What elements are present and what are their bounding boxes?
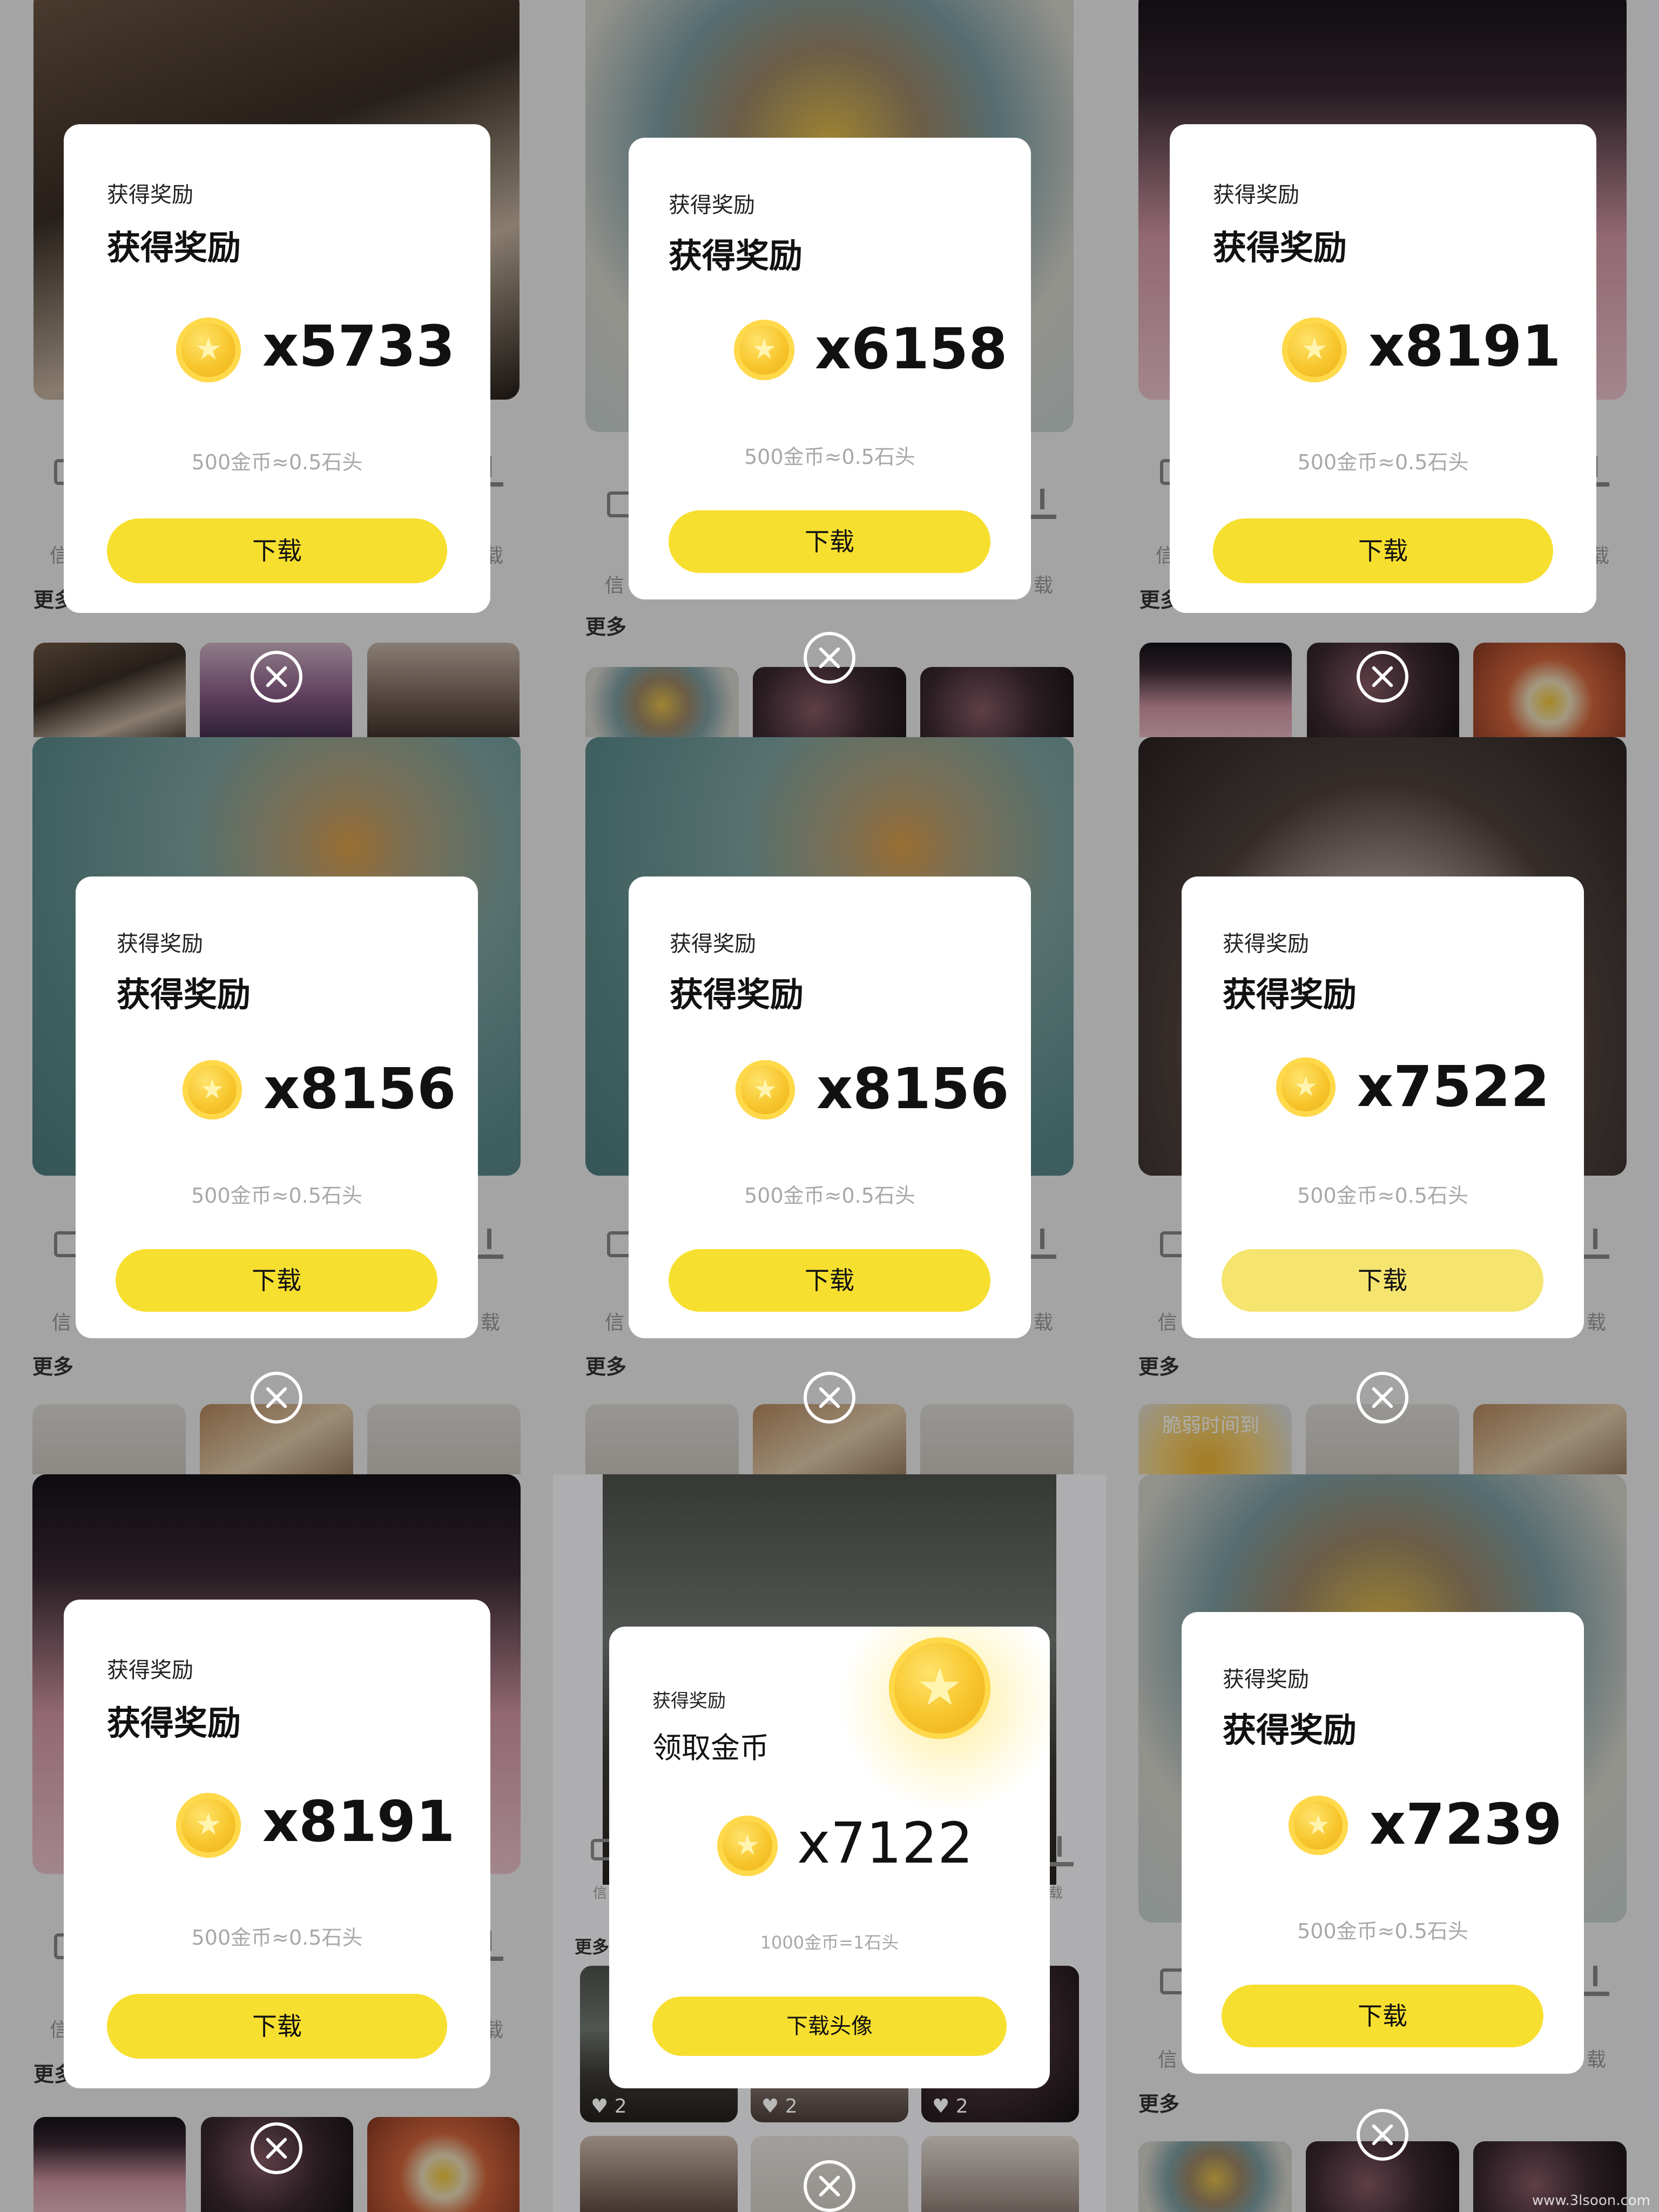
coin-amount: x7522 xyxy=(1357,1054,1550,1120)
dialog-subtitle: 获得奖励 xyxy=(117,932,203,956)
reward-dialog: 获得奖励 获得奖励 ★ x8191 500金币≈0.5石头 下载 xyxy=(1170,124,1596,613)
close-icon[interactable] xyxy=(1357,2109,1408,2161)
exchange-rate-text: 500金币≈0.5石头 xyxy=(1297,1919,1468,1943)
dialog-title: 获得奖励 xyxy=(117,975,251,1014)
reward-dialog: 获得奖励 获得奖励 ★ x7239 500金币≈0.5石头 下载 xyxy=(1182,1612,1584,2074)
coin-amount: x8191 xyxy=(1368,313,1561,379)
close-icon[interactable] xyxy=(804,632,855,684)
coin-icon: ★ xyxy=(1282,318,1347,382)
download-button[interactable]: 下载 xyxy=(107,518,447,583)
reward-dialog: 获得奖励 获得奖励 ★ x8156 500金币≈0.5石头 下载 xyxy=(629,876,1031,1338)
reward-dialog: 获得奖励 获得奖励 ★ x8191 500金币≈0.5石头 下载 xyxy=(64,1600,490,2088)
exchange-rate-text: 500金币≈0.5石头 xyxy=(191,1184,362,1208)
collage-cell-8: 信 载 更多 ♥ 2 ♥ 2 ♥ 2 ★ 获得奖励 领取金币 ★ x7122 1… xyxy=(553,1474,1106,2212)
collage-cell-9: 信 载 更多 获得奖励 获得奖励 ★ x7239 500金币≈0.5石头 下载 … xyxy=(1106,1474,1659,2212)
collage-cell-5: 信 载 更多 获得奖励 获得奖励 ★ x8156 500金币≈0.5石头 下载 xyxy=(553,737,1106,1474)
coin-icon: ★ xyxy=(176,1793,241,1858)
close-icon[interactable] xyxy=(804,1372,855,1424)
dialog-title: 获得奖励 xyxy=(107,228,241,267)
download-button[interactable]: 下载 xyxy=(107,1994,447,2059)
dialog-subtitle: 获得奖励 xyxy=(1213,183,1299,207)
dialog-title: 获得奖励 xyxy=(107,1703,241,1743)
collage-cell-1: 信 载 更多 获得奖励 获得奖励 ★ x5733 500金币≈0.5石头 下载 xyxy=(0,0,553,737)
collage-cell-6: 信 载 更多 脆弱时间到 获得奖励 获得奖励 ★ x7522 500金币≈0.5… xyxy=(1106,737,1659,1474)
reward-dialog: 获得奖励 获得奖励 ★ x8156 500金币≈0.5石头 下载 xyxy=(76,876,478,1338)
close-icon[interactable] xyxy=(251,2122,302,2174)
reward-dialog: 获得奖励 获得奖励 ★ x6158 500金币≈0.5石头 下载 xyxy=(629,138,1031,599)
coin-icon: ★ xyxy=(1276,1057,1336,1117)
exchange-rate-text: 500金币≈0.5石头 xyxy=(191,450,363,474)
close-icon[interactable] xyxy=(804,2160,855,2212)
coin-amount: x7239 xyxy=(1370,1791,1562,1857)
coin-amount: x7122 xyxy=(797,1810,974,1876)
download-button[interactable]: 下载 xyxy=(116,1249,437,1312)
coin-icon: ★ xyxy=(734,320,794,380)
big-coin-icon: ★ xyxy=(889,1637,990,1739)
reward-dialog: ★ 获得奖励 领取金币 ★ x7122 1000金币=1石头 下载头像 xyxy=(609,1627,1050,2088)
collage-cell-3: 信 载 更多 获得奖励 获得奖励 ★ x8191 500金币≈0.5石头 下载 xyxy=(1106,0,1659,737)
download-button[interactable]: 下载 xyxy=(669,510,990,573)
coin-icon: ★ xyxy=(717,1816,778,1876)
download-avatar-button[interactable]: 下载头像 xyxy=(652,1997,1007,2056)
dialog-title: 获得奖励 xyxy=(1213,228,1347,267)
exchange-rate-text: 500金币≈0.5石头 xyxy=(1297,450,1469,474)
reward-dialog: 获得奖励 获得奖励 ★ x7522 500金币≈0.5石头 下载 xyxy=(1182,876,1584,1338)
coin-amount: x8156 xyxy=(817,1056,1009,1122)
dialog-title: 获得奖励 xyxy=(670,975,804,1014)
close-icon[interactable] xyxy=(251,651,302,703)
coin-icon: ★ xyxy=(183,1060,242,1120)
dialog-title: 获得奖励 xyxy=(669,236,803,275)
collage-cell-4: 信 载 更多 获得奖励 获得奖励 ★ x8156 500金币≈0.5石头 下载 xyxy=(0,737,553,1474)
coin-icon: ★ xyxy=(176,318,241,382)
coin-icon: ★ xyxy=(1289,1796,1348,1855)
dialog-subtitle: 获得奖励 xyxy=(1223,932,1309,956)
download-button[interactable]: 下载 xyxy=(1222,1249,1543,1312)
dialog-subtitle: 获得奖励 xyxy=(670,932,756,956)
coin-amount: x5733 xyxy=(262,313,455,379)
coin-icon: ★ xyxy=(736,1060,795,1120)
dialog-title: 获得奖励 xyxy=(1223,1710,1357,1750)
download-button[interactable]: 下载 xyxy=(1213,518,1553,583)
reward-dialog: 获得奖励 获得奖励 ★ x5733 500金币≈0.5石头 下载 xyxy=(64,124,490,613)
close-icon[interactable] xyxy=(1357,651,1408,703)
exchange-rate-text: 500金币≈0.5石头 xyxy=(191,1926,363,1950)
coin-amount: x8156 xyxy=(264,1056,456,1122)
dialog-subtitle: 获得奖励 xyxy=(107,183,193,207)
exchange-rate-text: 500金币≈0.5石头 xyxy=(1297,1184,1468,1208)
collage-cell-2: 信 载 更多 获得奖励 获得奖励 ★ x6158 500金币≈0.5石头 下载 xyxy=(553,0,1106,737)
close-icon[interactable] xyxy=(1357,1372,1408,1424)
exchange-rate-text: 500金币≈0.5石头 xyxy=(744,445,915,469)
dialog-subtitle: 获得奖励 xyxy=(107,1658,193,1683)
download-button[interactable]: 下载 xyxy=(669,1249,990,1312)
dialog-subtitle: 获得奖励 xyxy=(669,193,755,218)
close-icon[interactable] xyxy=(251,1372,302,1424)
watermark: www.3lsoon.com xyxy=(1532,2193,1650,2209)
dialog-title: 领取金币 xyxy=(652,1731,769,1765)
screenshot-collage: 信 载 更多 获得奖励 获得奖励 ★ x5733 500金币≈0.5石头 下载 … xyxy=(0,0,1659,2212)
exchange-rate-text: 500金币≈0.5石头 xyxy=(744,1184,915,1208)
dialog-title: 获得奖励 xyxy=(1223,975,1357,1014)
download-button[interactable]: 下载 xyxy=(1222,1985,1543,2047)
coin-amount: x8191 xyxy=(262,1789,455,1854)
exchange-rate-text: 1000金币=1石头 xyxy=(760,1932,899,1953)
coin-amount: x6158 xyxy=(815,316,1008,382)
collage-cell-7: 信 载 更多 获得奖励 获得奖励 ★ x8191 500金币≈0.5石头 下载 xyxy=(0,1474,553,2212)
dialog-subtitle: 获得奖励 xyxy=(1223,1667,1309,1692)
dialog-subtitle: 获得奖励 xyxy=(652,1690,726,1712)
